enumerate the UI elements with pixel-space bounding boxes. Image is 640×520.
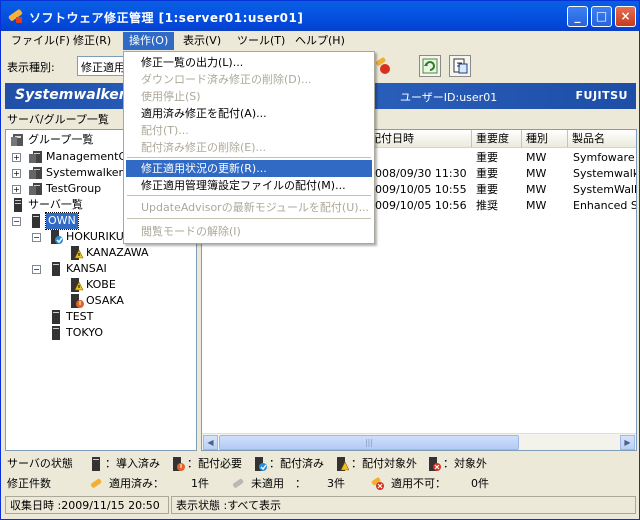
menu-item-distribute-updateadvisor[interactable]: UpdateAdvisorの最新モジュールを配付(U)...: [126, 199, 372, 216]
collapse-icon[interactable]: −: [12, 217, 21, 226]
title-bar[interactable]: ソフトウェア修正管理 [1:server01:user01] _ □ ×: [1, 1, 639, 31]
app-icon: [8, 9, 23, 23]
server-warning-icon: [71, 278, 84, 292]
product-logo: Systemwalker: [15, 87, 126, 103]
group-server-icon: [29, 151, 42, 163]
server-icon: [32, 214, 40, 228]
menu-item-suspend[interactable]: 使用停止(S): [126, 88, 372, 105]
server-icon: [52, 262, 60, 276]
column-header-kind[interactable]: 種別: [522, 130, 568, 148]
maximize-button[interactable]: □: [591, 6, 612, 27]
vendor-logo: FUJITSU: [575, 89, 628, 102]
menu-item-distribute[interactable]: 配付(T)...: [126, 122, 372, 139]
menu-separator: [127, 157, 371, 158]
group-server-icon: [29, 167, 42, 179]
close-button[interactable]: ×: [615, 6, 636, 27]
server-state-legend: サーバの状態 ：導入済み ：配付必要 ：配付済み ：配付対象外 ：対象外: [5, 455, 636, 473]
menu-operation[interactable]: 操作(O): [123, 32, 175, 50]
unapplied-icon: [232, 478, 244, 488]
status-bar: 収集日時 :2009/11/15 20:50 表示状態 :すべて表示: [5, 495, 636, 515]
refresh-icon[interactable]: [419, 55, 441, 77]
menu-item-distribute-applied[interactable]: 適用済み修正を配付(A)...: [126, 105, 372, 122]
minimize-button[interactable]: _: [567, 6, 588, 27]
operation-menu-dropdown: 修正一覧の出力(L)... ダウンロード済み修正の削除(D)... 使用停止(S…: [123, 51, 375, 244]
window-title: ソフトウェア修正管理 [1:server01:user01]: [29, 11, 304, 25]
menu-item-delete-downloaded[interactable]: ダウンロード済み修正の削除(D)...: [126, 71, 372, 88]
expand-icon[interactable]: +: [12, 169, 21, 178]
scroll-right-icon[interactable]: ▶: [620, 435, 635, 450]
scroll-thumb[interactable]: |||: [219, 435, 519, 450]
menu-help[interactable]: ヘルプ(H): [289, 32, 351, 50]
group-server-icon: [29, 183, 42, 195]
excluded-icon: [429, 457, 441, 471]
not-applicable-count: 0件: [471, 477, 489, 490]
server-icon: [52, 326, 60, 340]
expand-icon[interactable]: +: [12, 153, 21, 162]
fix-count-summary: 修正件数 適用済み： 1件 未適用 ： 3件 適用不可： 0件: [5, 475, 636, 493]
menu-separator: [127, 195, 371, 196]
export-icon[interactable]: [449, 55, 471, 77]
app-window: ソフトウェア修正管理 [1:server01:user01] _ □ × ファイ…: [0, 0, 640, 520]
server-alert-icon: [71, 294, 84, 308]
applied-count: 1件: [191, 477, 209, 490]
server-icon: [52, 310, 60, 324]
menu-item-delete-distributed[interactable]: 配付済み修正の削除(E)...: [126, 139, 372, 156]
menu-item-export-fix-list[interactable]: 修正一覧の出力(L)...: [126, 54, 372, 71]
not-applicable-icon: [371, 477, 384, 490]
server-distributed-icon: [51, 230, 63, 244]
collapse-icon[interactable]: −: [32, 233, 41, 242]
menu-bar: ファイル(F) 修正(R) 操作(O) 表示(V) ツール(T) ヘルプ(H): [1, 31, 639, 51]
distributed-icon: [255, 457, 267, 471]
view-state: 表示状態 :すべて表示: [171, 496, 636, 514]
distribution-needed-icon: [173, 457, 185, 471]
server-state-label: サーバの状態: [7, 457, 73, 470]
menu-item-refresh-status[interactable]: 修正適用状況の更新(R)...: [126, 160, 372, 177]
menu-file[interactable]: ファイル(F): [5, 32, 76, 50]
display-kind-label: 表示種別:: [7, 61, 55, 74]
horizontal-scrollbar[interactable]: ◀ ||| ▶: [202, 433, 636, 450]
user-id: ユーザーID:user01: [400, 91, 498, 104]
unapplied-count: 3件: [327, 477, 345, 490]
installed-icon: [92, 457, 100, 471]
applied-icon: [90, 478, 102, 488]
column-header-importance[interactable]: 重要度: [472, 130, 522, 148]
menu-separator: [127, 218, 371, 219]
fix-count-label: 修正件数: [7, 477, 51, 490]
column-header-product[interactable]: 製品名: [568, 130, 636, 148]
menu-view[interactable]: 表示(V): [177, 32, 227, 50]
not-target-icon: [337, 457, 349, 471]
collapse-icon[interactable]: −: [32, 265, 41, 274]
collected-time: 収集日時 :2009/11/15 20:50: [5, 496, 169, 514]
menu-tools[interactable]: ツール(T): [231, 32, 291, 50]
menu-item-distribute-ledger-config[interactable]: 修正適用管理簿設定ファイルの配付(M)...: [126, 177, 372, 194]
menu-fix[interactable]: 修正(R): [67, 32, 117, 50]
server-list-icon: [14, 198, 22, 212]
server-warning-icon: [71, 246, 84, 260]
group-folder-icon: [11, 134, 23, 146]
menu-item-release-view-mode[interactable]: 閲覧モードの解除(I): [126, 223, 372, 240]
scroll-left-icon[interactable]: ◀: [203, 435, 218, 450]
expand-icon[interactable]: +: [12, 185, 21, 194]
